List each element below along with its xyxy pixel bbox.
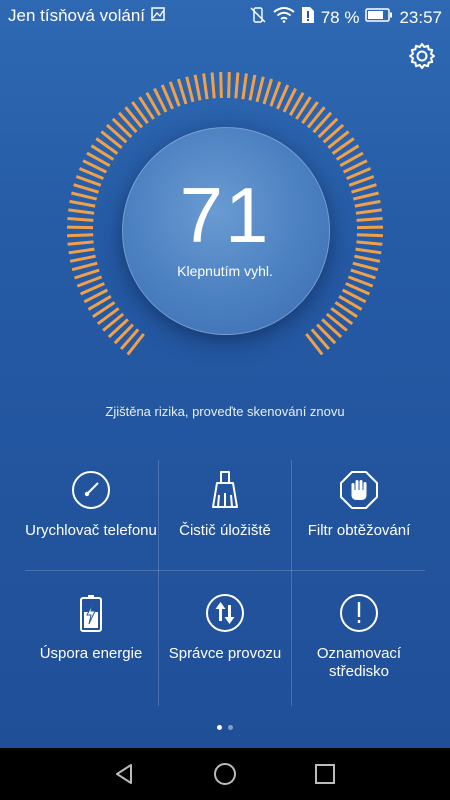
page-dot-active[interactable] (217, 725, 222, 730)
gauge-tick (219, 72, 223, 99)
back-triangle-icon (116, 764, 132, 784)
gauge-tick (356, 217, 383, 222)
gauge-tick (75, 175, 102, 187)
gauge-tick (73, 183, 99, 194)
gauge-tick (234, 72, 240, 99)
tool-label: Úspora energie (39, 645, 143, 662)
gauge-tick (348, 175, 375, 187)
recents-button[interactable] (313, 762, 337, 786)
tool-label: Urychlovač telefonu (25, 522, 157, 539)
gauge-tick (350, 268, 376, 280)
gauge-tick (67, 240, 94, 246)
gauge-tick (248, 74, 257, 101)
gauge-tick (185, 76, 195, 103)
recents-square-icon (315, 764, 335, 784)
gauge-tick (210, 72, 216, 99)
gauge-tick (202, 73, 209, 100)
gauge-tick (356, 233, 383, 238)
gauge-tick (68, 247, 95, 255)
tool-label: Oznamovací středisko (316, 645, 402, 680)
gauge-tick (69, 199, 96, 208)
gauge-tick (356, 240, 383, 246)
navigation-bar (0, 748, 450, 800)
gauge-tick (352, 261, 379, 272)
tool-label: Čistič úložiště (179, 522, 271, 539)
gauge-tick (176, 78, 188, 105)
phone-manager-screen: Jen tísňová volání 78 % 23:57 71 Klepnut… (0, 0, 450, 748)
gauge-tick (66, 225, 94, 230)
gauge-tick (168, 81, 181, 107)
page-indicator (0, 717, 450, 735)
gauge-tick (352, 191, 379, 201)
gauge-tick (241, 73, 248, 100)
back-button[interactable] (112, 762, 136, 786)
tool-notification-center[interactable]: Oznamovací středisko (284, 583, 434, 706)
gauge-tick (193, 74, 202, 101)
gauge-tick (269, 81, 282, 107)
speedometer-icon (72, 471, 110, 509)
gauge-tick (356, 225, 384, 230)
gauge-tick (69, 254, 96, 263)
hand-stop-icon (340, 471, 378, 509)
gauge-tick (68, 208, 95, 215)
home-circle-icon (214, 763, 236, 785)
tool-traffic-manager[interactable]: Správce provozu (150, 583, 300, 706)
gauge-tick (71, 261, 98, 272)
gauge-tick (355, 247, 382, 255)
tool-energy-saving[interactable]: Úspora energie (16, 583, 166, 706)
battery-icon (80, 595, 102, 632)
score-value: 71 (179, 171, 271, 259)
gauge-tick (71, 191, 98, 201)
gauge-tick (67, 233, 94, 238)
gauge-tick (351, 183, 377, 194)
gauge-tick (255, 76, 265, 103)
risk-message: Zjištěna rizika, proveďte skenování znov… (105, 404, 345, 419)
tool-phone-accelerator[interactable]: Urychlovač telefonu (16, 460, 166, 583)
up-down-arrows-icon (206, 594, 244, 632)
broom-icon (212, 471, 238, 508)
exclamation-icon (340, 594, 378, 632)
gauge-tick (227, 72, 231, 99)
score-hint-text: Klepnutím vyhl. (177, 263, 273, 279)
tool-label: Správce provozu (168, 645, 282, 662)
gauge-tick (354, 254, 381, 263)
home-button[interactable] (213, 762, 237, 786)
gauge-tick (74, 268, 100, 280)
tool-label: Filtr obtěžování (307, 522, 411, 539)
gauge-tick (355, 208, 382, 215)
gauge-tick (67, 217, 94, 222)
gauge-tick (354, 199, 381, 208)
tools-grid: Urychlovač telefonu Čistič úložiště Filt… (0, 460, 450, 706)
tool-storage-cleaner[interactable]: Čistič úložiště (150, 460, 300, 583)
gauge-tick (262, 78, 274, 105)
page-dot[interactable] (228, 725, 233, 730)
tool-harassment-filter[interactable]: Filtr obtěžování (284, 460, 434, 583)
